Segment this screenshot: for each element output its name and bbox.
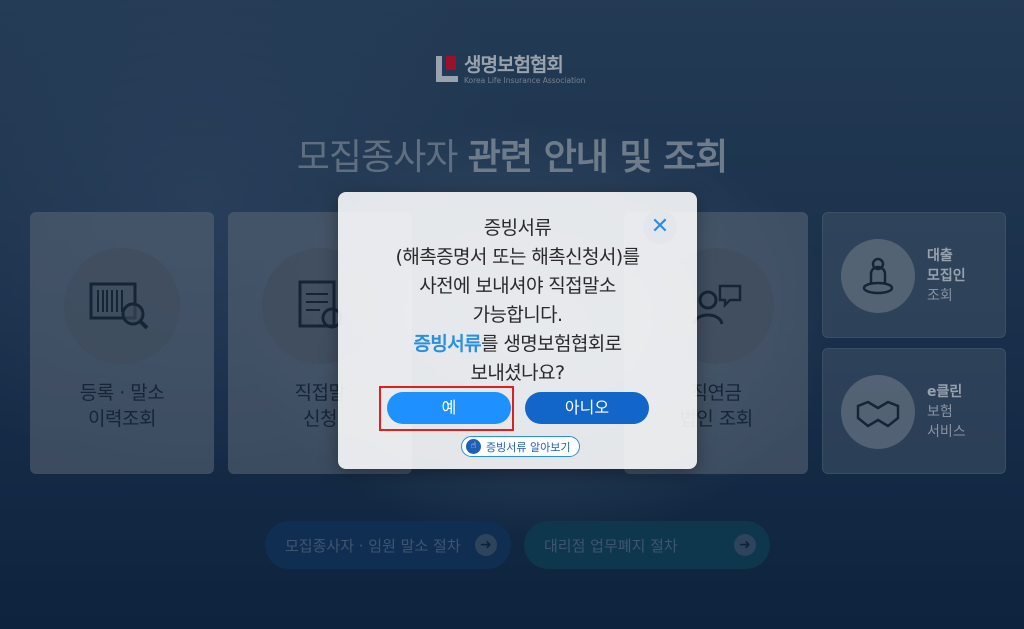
dialog-line2: (해촉증명서 또는 해촉신청서)를 xyxy=(395,246,641,268)
dialog-line3: 사전에 보내셔야 직접말소 xyxy=(419,275,616,297)
dialog-message: 증빙서류 (해촉증명서 또는 해촉신청서)를 사전에 보내셔야 직접말소 가능합… xyxy=(338,214,697,388)
no-button[interactable]: 아니오 xyxy=(525,392,649,424)
dialog-line6: 보내셨나요? xyxy=(470,362,565,384)
confirm-dialog: ✕ 증빙서류 (해촉증명서 또는 해촉신청서)를 사전에 보내셔야 직접말소 가… xyxy=(338,192,697,469)
guide-link-label: 증빙서류 알아보기 xyxy=(486,440,571,454)
document-guide-link[interactable]: ☝ 증빙서류 알아보기 xyxy=(461,436,580,457)
dialog-line5: 를 생명보험협회로 xyxy=(481,333,622,355)
hand-pointer-icon: ☝ xyxy=(466,439,481,454)
dialog-line1: 증빙서류 xyxy=(483,217,552,239)
dialog-line4: 가능합니다. xyxy=(472,304,563,326)
dialog-highlight: 증빙서류 xyxy=(413,333,482,355)
yes-button[interactable]: 예 xyxy=(387,392,511,424)
